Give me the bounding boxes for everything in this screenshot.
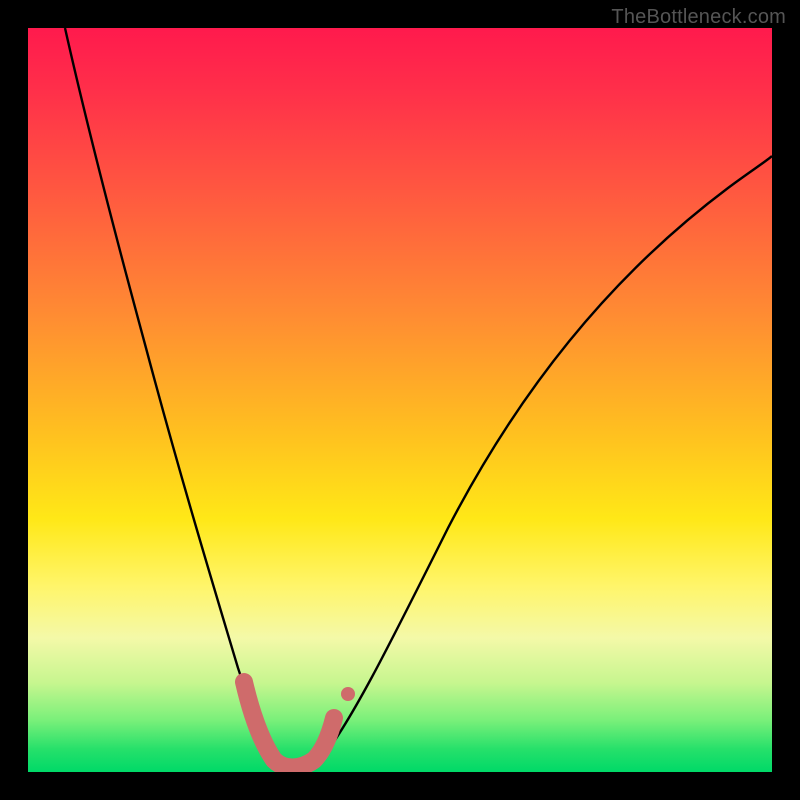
watermark-text: TheBottleneck.com (611, 6, 786, 29)
bottleneck-curve (28, 28, 772, 772)
plot-area (28, 28, 772, 772)
marker-dot (341, 687, 355, 701)
marker-blob (244, 682, 334, 768)
curve-path (65, 28, 772, 768)
chart-frame: TheBottleneck.com (0, 0, 800, 800)
